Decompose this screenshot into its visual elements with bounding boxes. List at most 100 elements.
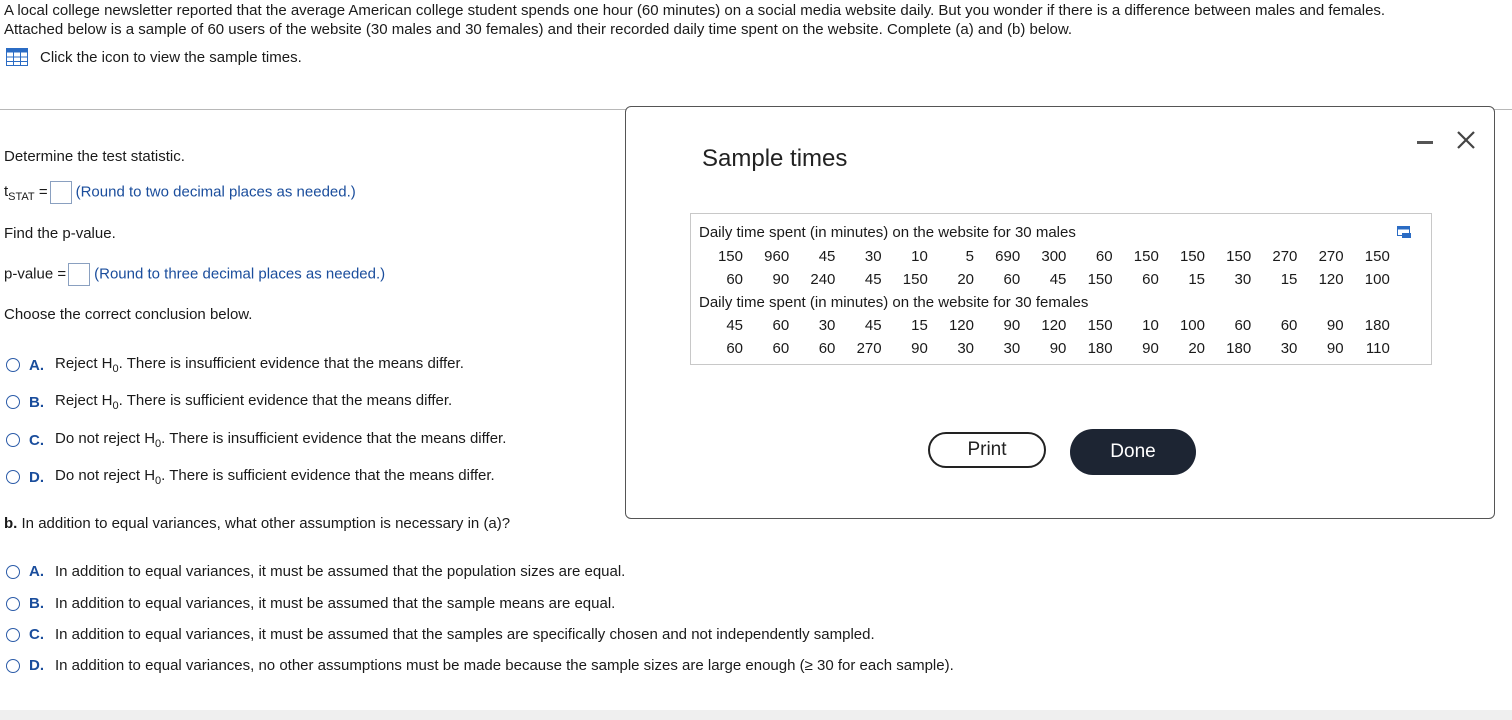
p-value-input[interactable] xyxy=(68,263,91,286)
part-b-question: b. In addition to equal variances, what … xyxy=(4,515,511,532)
table-cell: 60 xyxy=(726,340,743,357)
table-cell: 90 xyxy=(1326,317,1344,334)
radio-button[interactable] xyxy=(6,395,20,409)
table-cell: 120 xyxy=(1041,317,1067,334)
expand-icon[interactable] xyxy=(1397,226,1411,238)
tstat-row: tSTAT = (Round to two decimal places as n… xyxy=(4,181,356,204)
table-icon[interactable] xyxy=(6,48,28,66)
table-cell: 60 xyxy=(1142,271,1159,288)
view-sample-times-text[interactable]: Click the icon to view the sample times. xyxy=(40,49,302,66)
assumption-option-a[interactable]: A. In addition to equal variances, it mu… xyxy=(6,563,625,580)
table-cell: 45 xyxy=(1049,271,1067,288)
table-cell: 110 xyxy=(1365,340,1390,357)
table-cell: 60 xyxy=(772,340,790,357)
table-cell: 240 xyxy=(810,271,836,288)
table-cell: 45 xyxy=(864,271,882,288)
males-heading: Daily time spent (in minutes) on the web… xyxy=(699,224,1076,241)
intro-line-2: Attached below is a sample of 60 users o… xyxy=(4,21,1073,38)
print-button[interactable]: Print xyxy=(928,432,1046,468)
table-cell: 270 xyxy=(1272,248,1298,265)
p-value-row: p-value = (Round to three decimal places … xyxy=(4,263,385,286)
table-cell: 60 xyxy=(772,317,790,334)
table-cell: 45 xyxy=(818,248,836,265)
assumption-option-c[interactable]: C. In addition to equal variances, it mu… xyxy=(6,626,875,643)
table-cell: 45 xyxy=(726,317,743,334)
radio-button[interactable] xyxy=(6,470,20,484)
done-button[interactable]: Done xyxy=(1070,429,1196,475)
p-value-label: p-value = xyxy=(4,265,67,283)
table-cell: 60 xyxy=(1234,317,1252,334)
sample-times-table: Daily time spent (in minutes) on the web… xyxy=(690,213,1432,365)
table-cell: 60 xyxy=(726,271,743,288)
view-sample-times-link[interactable]: Click the icon to view the sample times. xyxy=(6,48,302,66)
radio-button[interactable] xyxy=(6,627,20,642)
minimize-icon[interactable] xyxy=(1417,141,1433,144)
table-cell: 180 xyxy=(1226,340,1252,357)
radio-button[interactable] xyxy=(6,596,20,611)
table-cell: 20 xyxy=(957,271,974,288)
table-cell: 150 xyxy=(1226,248,1252,265)
table-cell: 30 xyxy=(1234,271,1252,288)
table-cell: 180 xyxy=(1087,340,1113,357)
table-cell: 20 xyxy=(1188,340,1205,357)
sample-times-dialog: Sample times Daily time spent (in minute… xyxy=(625,106,1495,519)
table-cell: 90 xyxy=(1049,340,1067,357)
table-cell: 30 xyxy=(864,248,882,265)
p-value-hint: (Round to three decimal places as needed… xyxy=(94,265,386,283)
tstat-equals: = xyxy=(38,183,48,201)
table-cell: 90 xyxy=(1142,340,1159,357)
choose-conclusion-label: Choose the correct conclusion below. xyxy=(4,306,253,323)
table-cell: 30 xyxy=(1280,340,1298,357)
radio-button[interactable] xyxy=(6,433,20,447)
table-cell: 15 xyxy=(1188,271,1205,288)
radio-button[interactable] xyxy=(6,358,20,372)
table-cell: 90 xyxy=(911,340,928,357)
table-cell: 30 xyxy=(818,317,836,334)
determine-test-statistic-label: Determine the test statistic. xyxy=(4,148,185,165)
table-cell: 150 xyxy=(1133,248,1159,265)
close-icon[interactable] xyxy=(1455,129,1477,151)
table-cell: 150 xyxy=(1087,271,1113,288)
table-cell: 960 xyxy=(764,248,790,265)
radio-button[interactable] xyxy=(6,564,20,579)
table-cell: 60 xyxy=(1280,317,1298,334)
table-cell: 180 xyxy=(1364,317,1390,334)
table-cell: 100 xyxy=(1364,271,1390,288)
table-cell: 150 xyxy=(717,248,743,265)
table-cell: 690 xyxy=(995,248,1021,265)
tstat-hint: (Round to two decimal places as needed.) xyxy=(75,183,356,201)
conclusion-option-d[interactable]: D. Do not reject H0. There is sufficient… xyxy=(6,467,495,487)
tstat-input[interactable] xyxy=(49,181,72,204)
table-cell: 10 xyxy=(911,248,928,265)
table-cell: 150 xyxy=(902,271,928,288)
table-cell: 150 xyxy=(1087,317,1113,334)
table-cell: 270 xyxy=(1318,248,1344,265)
intro-line-1: A local college newsletter reported that… xyxy=(4,2,1386,19)
table-cell: 90 xyxy=(1326,340,1344,357)
assumption-option-d[interactable]: D. In addition to equal variances, no ot… xyxy=(6,657,954,674)
table-cell: 60 xyxy=(1095,248,1113,265)
table-cell: 30 xyxy=(957,340,974,357)
table-cell: 150 xyxy=(1179,248,1205,265)
table-cell: 120 xyxy=(948,317,974,334)
table-cell: 90 xyxy=(1003,317,1021,334)
assumption-option-b[interactable]: B. In addition to equal variances, it mu… xyxy=(6,595,615,612)
table-cell: 5 xyxy=(965,248,974,265)
conclusion-option-c[interactable]: C. Do not reject H0. There is insufficie… xyxy=(6,430,506,450)
females-heading: Daily time spent (in minutes) on the web… xyxy=(699,294,1089,311)
table-cell: 60 xyxy=(1003,271,1021,288)
table-cell: 150 xyxy=(1364,248,1390,265)
table-cell: 15 xyxy=(1280,271,1298,288)
conclusion-option-b[interactable]: B. Reject H0. There is sufficient eviden… xyxy=(6,392,452,412)
table-cell: 100 xyxy=(1179,317,1205,334)
radio-button[interactable] xyxy=(6,658,20,673)
table-cell: 120 xyxy=(1318,271,1344,288)
table-cell: 45 xyxy=(864,317,882,334)
table-cell: 30 xyxy=(1003,340,1021,357)
table-cell: 10 xyxy=(1142,317,1159,334)
conclusion-option-a[interactable]: A. Reject H0. There is insufficient evid… xyxy=(6,355,464,375)
tstat-label: tSTAT xyxy=(4,183,35,204)
table-cell: 270 xyxy=(856,340,882,357)
dialog-title: Sample times xyxy=(702,145,848,172)
find-p-value-label: Find the p-value. xyxy=(4,225,116,242)
